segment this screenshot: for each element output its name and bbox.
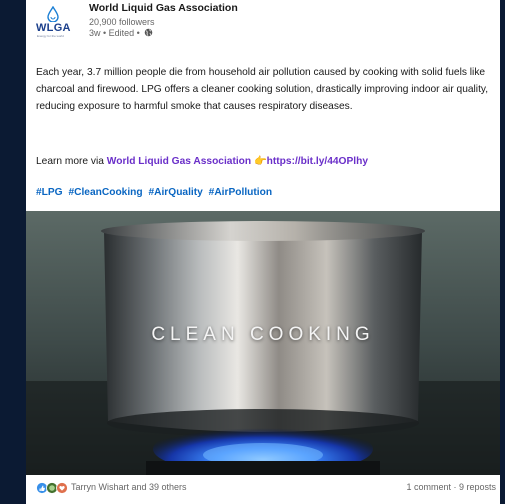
hashtag-link[interactable]: #CleanCooking [68, 187, 142, 198]
image-overlay-text: CLEAN COOKING [151, 324, 375, 345]
hashtag-list: #LPG #CleanCooking #AirQuality #AirPollu… [36, 187, 275, 198]
wlga-drop-icon [47, 6, 59, 22]
post-body: Each year, 3.7 million people die from h… [36, 64, 492, 115]
org-mention-link[interactable]: World Liquid Gas Association [107, 156, 251, 167]
pointing-hand-emoji: 👉 [253, 156, 267, 167]
love-reaction-icon [56, 482, 68, 494]
logo-wordmark: WLGA [36, 22, 71, 34]
post-meta-text: 3w • Edited • [89, 28, 140, 38]
social-counts: Tarryn Wishart and 39 others 1 comment ·… [36, 481, 496, 497]
reactions-text[interactable]: Tarryn Wishart and 39 others [71, 482, 187, 492]
logo-tagline: Energy for the world [37, 34, 64, 38]
company-logo[interactable]: WLGA Energy for the world [36, 4, 71, 40]
learn-more-prefix: Learn more via [36, 156, 104, 167]
short-url-link[interactable]: https://bit.ly/44OPlhy [267, 156, 368, 167]
comments-reposts-count[interactable]: 1 comment · 9 reposts [406, 482, 496, 492]
post-header: WLGA Energy for the world World Liquid G… [36, 2, 491, 42]
celebrate-reaction-icon [46, 482, 58, 494]
follower-count: 20,900 followers [89, 17, 155, 27]
learn-more-line: Learn more via World Liquid Gas Associat… [36, 156, 496, 167]
like-reaction-icon [36, 482, 48, 494]
globe-icon [145, 28, 153, 37]
hashtag-link[interactable]: #AirPollution [209, 187, 272, 198]
org-name-link[interactable]: World Liquid Gas Association [89, 2, 238, 14]
post-card: WLGA Energy for the world World Liquid G… [26, 0, 500, 504]
hashtag-link[interactable]: #LPG [36, 187, 63, 198]
hashtag-link[interactable]: #AirQuality [148, 187, 202, 198]
post-image[interactable]: CLEAN COOKING [26, 211, 500, 475]
post-body-text: Each year, 3.7 million people die from h… [36, 67, 489, 112]
reaction-icons[interactable] [36, 482, 69, 494]
post-meta: 3w • Edited • [89, 28, 153, 38]
